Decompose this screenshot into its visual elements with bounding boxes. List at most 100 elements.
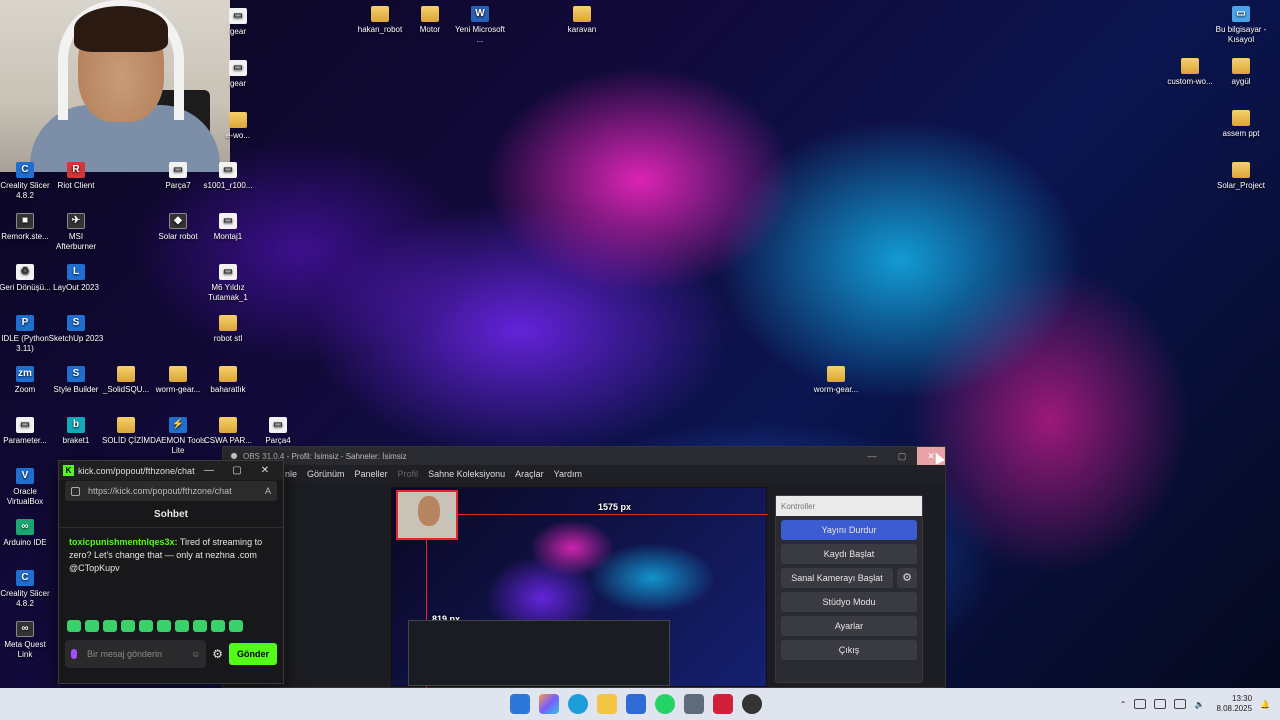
desktop-icon-folder[interactable]: robot stl — [200, 315, 256, 344]
file-explorer-icon[interactable] — [597, 694, 617, 714]
solidworks-icon[interactable] — [713, 694, 733, 714]
menu-tools[interactable]: Araçlar — [515, 469, 544, 479]
python-icon[interactable]: P IDLE (Python 3.11) — [0, 315, 53, 354]
desktop-icon-folder[interactable]: karavan — [554, 6, 610, 35]
emote-icon[interactable] — [193, 620, 207, 632]
whatsapp-icon[interactable] — [655, 694, 675, 714]
desktop-icon-folder[interactable]: SOLİD ÇİZİM — [98, 417, 154, 446]
microphone-icon[interactable] — [1154, 699, 1167, 709]
emote-icon[interactable] — [175, 620, 189, 632]
gear-icon[interactable]: ⚙ — [897, 568, 917, 588]
stop-stream-button[interactable]: Yayını Durdur — [781, 520, 917, 540]
virtualbox-icon[interactable]: V Oracle VirtualBox — [0, 468, 53, 507]
desktop-icon-folder[interactable]: Solar_Project — [1213, 162, 1269, 191]
desktop-icon-folder[interactable]: worm-gear... — [808, 366, 864, 395]
desktop-icon-folder[interactable]: CSWA PAR... — [200, 417, 256, 446]
desktop-icon-file[interactable]: ▭ Parça4 — [250, 417, 306, 446]
chat-input[interactable]: Bir mesaj gönderin ☺ — [65, 640, 207, 668]
chevron-up-icon[interactable]: ⌃ — [1120, 700, 1127, 709]
webcam-source[interactable] — [396, 490, 458, 540]
recycle-bin-icon[interactable]: ♻ Geri Dönüşü... — [0, 264, 53, 293]
address-bar[interactable]: https://kick.com/popout/fthzone/chat A — [65, 481, 277, 501]
desktop-icon[interactable]: C Creality Slicer 4.8.2 — [0, 570, 53, 609]
send-button[interactable]: Gönder — [228, 643, 277, 665]
emote-icon[interactable] — [103, 620, 117, 632]
emote-icon[interactable] — [85, 620, 99, 632]
obs-window[interactable]: OBS 31.0.4 - Profil: İsimsiz - Sahneler:… — [222, 446, 946, 688]
copilot-icon[interactable] — [539, 694, 559, 714]
chat-username[interactable]: toxicpunishmentnlqes3x: — [69, 537, 178, 547]
desktop-icon-file[interactable]: ▭ Montaj1 — [200, 213, 256, 242]
desktop-icon-file[interactable]: ▭ s1001_r100... — [200, 162, 256, 191]
obs-preview[interactable]: 1575 px 819 px — [391, 487, 768, 688]
menu-scene-collection[interactable]: Sahne Koleksiyonu — [428, 469, 505, 479]
riot-client-icon[interactable]: R Riot Client — [48, 162, 104, 191]
desktop-icon-folder[interactable]: custom-wo... — [1162, 58, 1218, 87]
studio-mode-button[interactable]: Stüdyo Modu — [781, 592, 917, 612]
this-pc-icon[interactable]: ▭ Bu bilgisayar - Kısayol — [1213, 6, 1269, 45]
menu-view[interactable]: Görünüm — [307, 469, 345, 479]
maximize-button[interactable]: ▢ — [223, 465, 251, 476]
settings-button[interactable]: Ayarlar — [781, 616, 917, 636]
zoom-icon[interactable]: zm Zoom — [0, 366, 53, 395]
desktop-icon-folder[interactable]: assem ppt — [1213, 110, 1269, 139]
emote-icon[interactable] — [229, 620, 243, 632]
network-icon[interactable] — [1174, 699, 1187, 709]
exit-button[interactable]: Çıkış — [781, 640, 917, 660]
msi-afterburner-icon[interactable]: ✈ MSI Afterburner — [48, 213, 104, 252]
calculator-icon[interactable] — [684, 694, 704, 714]
minimize-button[interactable]: — — [857, 451, 887, 461]
desktop-icon-folder[interactable]: Motor — [402, 6, 458, 35]
menu-docks[interactable]: Paneller — [355, 469, 388, 479]
start-button-icon[interactable] — [510, 694, 530, 714]
arduino-icon[interactable]: ∞ Arduino IDE — [0, 519, 53, 548]
start-virtual-camera-button[interactable]: Sanal Kamerayı Başlat — [781, 568, 893, 588]
edge-icon[interactable] — [568, 694, 588, 714]
desktop-icon[interactable]: e-wo... — [210, 112, 266, 141]
clock[interactable]: 13:30 8.08.2025 — [1216, 694, 1252, 714]
close-button[interactable]: ✕ — [251, 465, 279, 476]
minimize-button[interactable]: — — [195, 465, 223, 476]
emoji-icon[interactable]: ☺ — [191, 649, 200, 659]
desktop-icon-file[interactable]: ▭ M6 Yıldız Tutamak_1 — [200, 264, 256, 303]
desktop-icon[interactable]: ▭ gear — [210, 60, 266, 89]
chat-titlebar[interactable]: K kick.com/popout/fthzone/chat... — ▢ ✕ — [59, 461, 283, 480]
desktop-icon[interactable]: ■ Remork.ste... — [0, 213, 53, 242]
desktop-icon-file[interactable]: ▭ Parameter... — [0, 417, 53, 446]
tray-app-icon[interactable] — [1134, 699, 1147, 709]
emote-icon[interactable] — [67, 620, 81, 632]
emote-icon[interactable] — [157, 620, 171, 632]
daemon-tools-icon[interactable]: ⚡ DAEMON Tools Lite — [150, 417, 206, 456]
sketchup-icon[interactable]: S SketchUp 2023 — [48, 315, 104, 344]
obs-titlebar[interactable]: OBS 31.0.4 - Profil: İsimsiz - Sahneler:… — [223, 447, 945, 465]
desktop-icon-folder[interactable]: baharatlık — [200, 366, 256, 395]
menu-profile[interactable]: Profil — [398, 469, 419, 479]
desktop-icon[interactable]: C Creality Slicer 4.8.2 — [0, 162, 53, 201]
menu-help[interactable]: Yardım — [554, 469, 582, 479]
desktop-icon-file[interactable]: ◆ Solar robot — [150, 213, 206, 242]
desktop-icon-folder[interactable]: _SolidSQU... — [98, 366, 154, 395]
volume-icon[interactable]: 🔈 — [1194, 700, 1204, 709]
store-icon[interactable] — [626, 694, 646, 714]
desktop-icon-file[interactable]: ▭ Parça7 — [150, 162, 206, 191]
layout-icon[interactable]: L LayOut 2023 — [48, 264, 104, 293]
style-builder-icon[interactable]: S Style Builder — [48, 366, 104, 395]
start-recording-button[interactable]: Kaydı Başlat — [781, 544, 917, 564]
chat-window[interactable]: K kick.com/popout/fthzone/chat... — ▢ ✕ … — [58, 460, 284, 684]
desktop-icon-folder[interactable]: aygül — [1213, 58, 1269, 87]
braket-icon[interactable]: b braket1 — [48, 417, 104, 446]
desktop-icon-folder[interactable]: hakan_robot — [352, 6, 408, 35]
emote-icon[interactable] — [139, 620, 153, 632]
emote-icon[interactable] — [211, 620, 225, 632]
meta-quest-icon[interactable]: ∞ Meta Quest Link — [0, 621, 53, 660]
emote-icon[interactable] — [121, 620, 135, 632]
url-text[interactable]: https://kick.com/popout/fthzone/chat — [88, 486, 265, 496]
menu-file[interactable]: nle — [285, 469, 297, 479]
obs-taskbar-icon[interactable] — [742, 694, 762, 714]
desktop-icon[interactable]: ▭ gear — [210, 8, 266, 37]
desktop-icon-folder[interactable]: worm-gear... — [150, 366, 206, 395]
gear-icon[interactable]: ⚙ — [212, 647, 223, 661]
desktop-icon-word[interactable]: W Yeni Microsoft ... — [452, 6, 508, 45]
microphone-icon[interactable] — [71, 649, 77, 659]
notification-icon[interactable]: 🔔 — [1260, 700, 1270, 709]
